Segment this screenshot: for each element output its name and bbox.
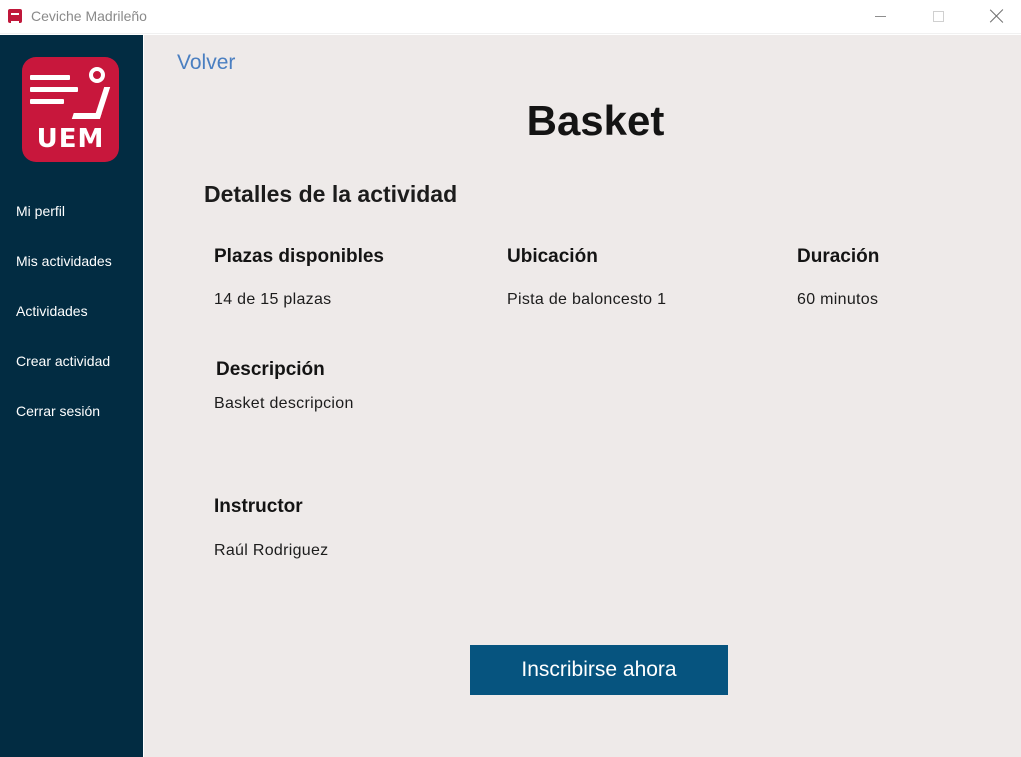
descripcion-value: Basket descripcion (214, 395, 354, 412)
page-title: Basket (526, 97, 665, 144)
sidebar: UEM Mi perfil Mis actividades Actividade… (0, 35, 143, 757)
runner-head-icon (89, 67, 105, 83)
window-titlebar: Ceviche Madrileño (0, 0, 1021, 34)
plazas-value: 14 de 15 plazas (214, 291, 332, 308)
maximize-icon (932, 10, 944, 22)
minimize-icon (874, 15, 886, 17)
app-logo-icon (8, 9, 22, 23)
instructor-value: Raúl Rodriguez (214, 542, 329, 559)
sidebar-item-cerrar-sesion[interactable]: Cerrar sesión (16, 403, 100, 419)
descripcion-label: Descripción (216, 359, 325, 380)
plazas-label: Plazas disponibles (214, 246, 384, 267)
logo-stripes (30, 75, 78, 111)
enroll-button[interactable]: Inscribirse ahora (470, 645, 728, 695)
duracion-label: Duración (797, 246, 880, 267)
instructor-label: Instructor (214, 496, 303, 517)
sidebar-item-mis-actividades[interactable]: Mis actividades (16, 253, 112, 269)
window-title: Ceviche Madrileño (31, 8, 147, 24)
maximize-button[interactable] (915, 0, 961, 32)
ubicacion-value: Pista de baloncesto 1 (507, 291, 667, 308)
section-title: Detalles de la actividad (204, 181, 458, 207)
close-icon (990, 9, 1004, 23)
minimize-button[interactable] (857, 0, 903, 32)
main-content: Volver Basket Detalles de la actividad P… (144, 35, 1021, 757)
logo-text: UEM (36, 124, 105, 154)
close-button[interactable] (974, 0, 1020, 32)
sidebar-item-crear-actividad[interactable]: Crear actividad (16, 353, 110, 369)
uem-logo: UEM (22, 57, 119, 162)
sidebar-item-actividades[interactable]: Actividades (16, 303, 88, 319)
duracion-value: 60 minutos (797, 291, 879, 308)
sidebar-item-mi-perfil[interactable]: Mi perfil (16, 203, 65, 219)
back-link[interactable]: Volver (177, 51, 235, 75)
ubicacion-label: Ubicación (507, 246, 598, 267)
